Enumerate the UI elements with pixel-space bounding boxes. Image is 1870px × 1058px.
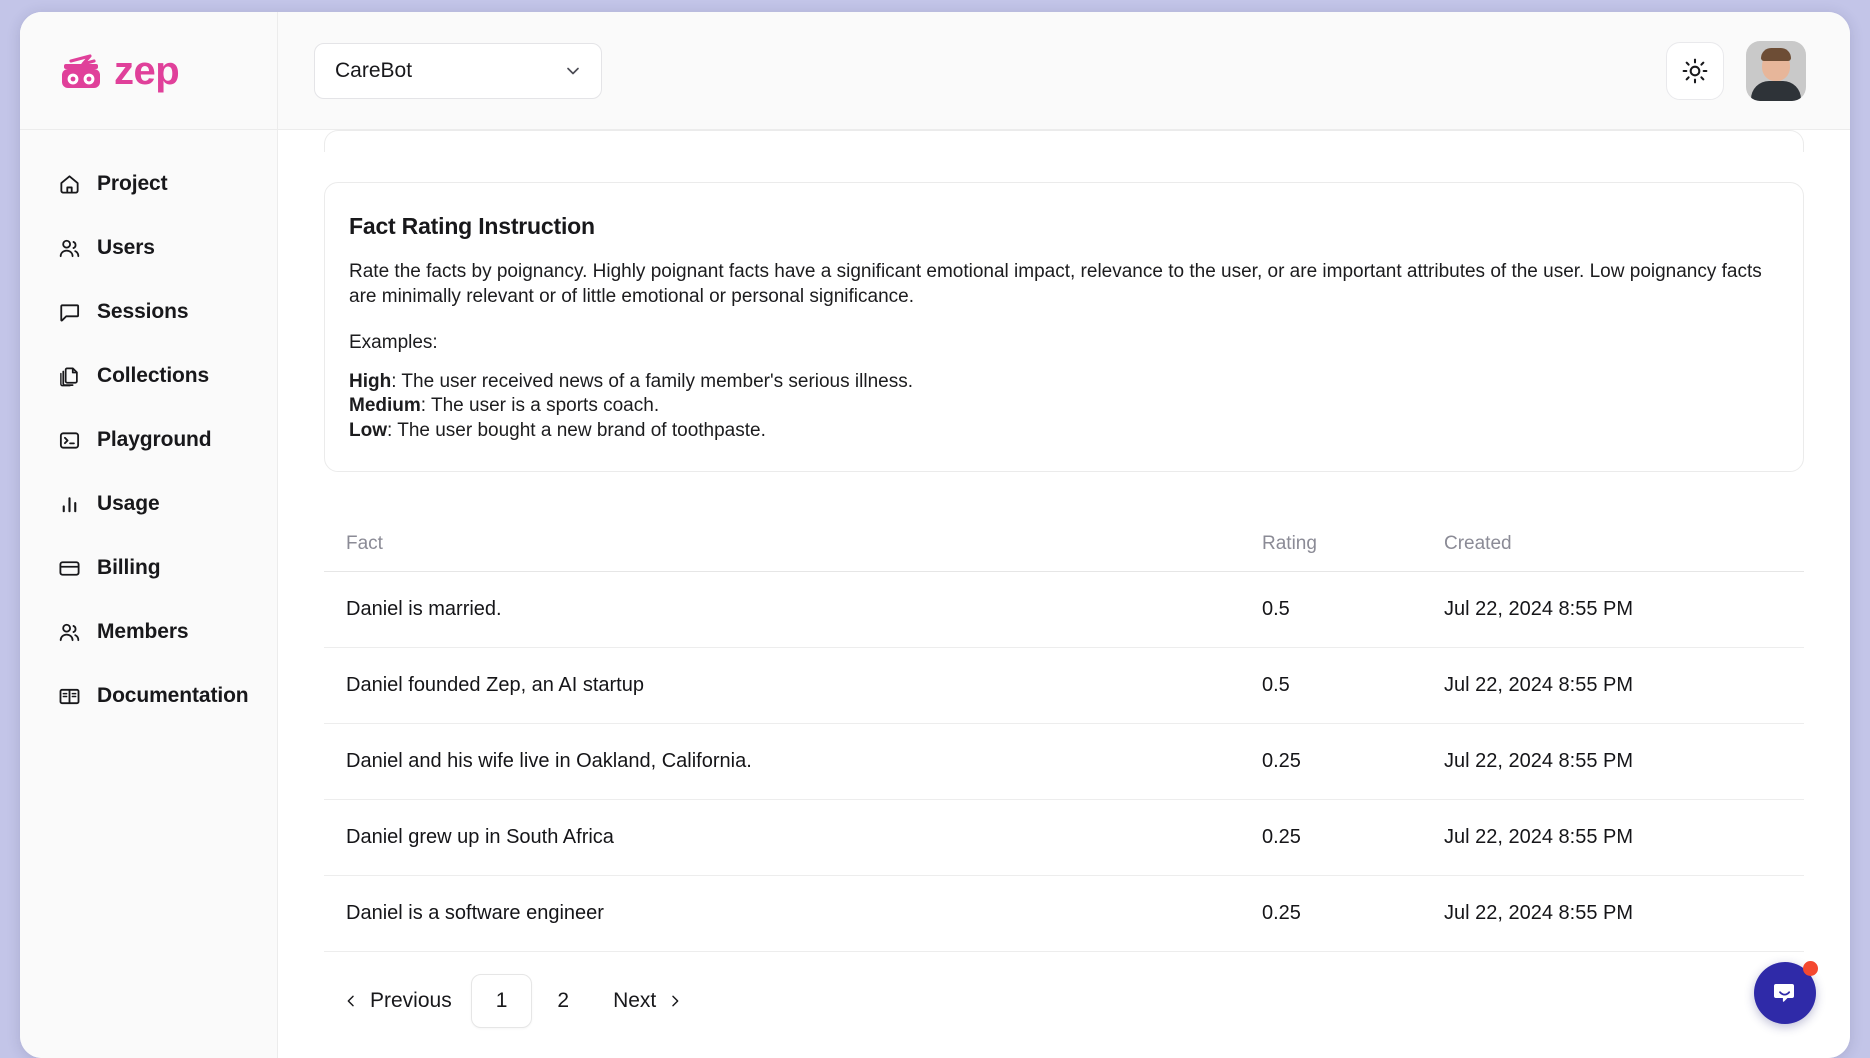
cell-created: Jul 22, 2024 8:55 PM bbox=[1444, 902, 1634, 925]
sidebar-item-label: Sessions bbox=[97, 300, 189, 323]
sidebar-item-label: Collections bbox=[97, 364, 210, 387]
example-text: : The user received news of a family mem… bbox=[391, 370, 913, 392]
chevron-right-icon bbox=[672, 995, 679, 1007]
examples-label: Examples: bbox=[349, 331, 438, 353]
terminal-icon bbox=[59, 431, 80, 449]
column-header-fact: Fact bbox=[346, 532, 383, 554]
intercom-chat-launcher[interactable] bbox=[1754, 961, 1818, 1024]
unread-badge-dot bbox=[1803, 961, 1818, 976]
table-header-row: Fact Rating Created bbox=[324, 516, 1804, 573]
sidebar-item-documentation[interactable]: Documentation bbox=[20, 664, 277, 728]
top-bar-main: CareBot bbox=[278, 12, 1850, 129]
sidebar-item-label: Playground bbox=[97, 428, 212, 451]
cell-created: Jul 22, 2024 8:55 PM bbox=[1444, 750, 1634, 773]
avatar-hair bbox=[1761, 48, 1791, 62]
sidebar-item-usage[interactable]: Usage bbox=[20, 472, 277, 536]
example-medium: Medium: The user is a sports coach. bbox=[349, 394, 1779, 419]
table-row[interactable]: Daniel is a software engineer 0.25 Jul 2… bbox=[324, 876, 1804, 953]
cell-rating: 0.25 bbox=[1262, 902, 1301, 925]
app-window: zep CareBot Project Users Sessions Colle… bbox=[20, 12, 1850, 1058]
top-bar-actions bbox=[1666, 40, 1806, 101]
brand-wordmark: zep bbox=[114, 48, 180, 93]
sidebar-item-label: Project bbox=[97, 172, 168, 195]
project-selector[interactable]: CareBot bbox=[314, 42, 602, 99]
sidebar: Project Users Sessions Collections Playg… bbox=[20, 130, 278, 1058]
sidebar-item-playground[interactable]: Playground bbox=[20, 408, 277, 472]
sidebar-item-billing[interactable]: Billing bbox=[20, 536, 277, 600]
pagination-page-2[interactable]: 2 bbox=[532, 974, 594, 1028]
sidebar-item-members[interactable]: Members bbox=[20, 600, 277, 664]
sun-icon bbox=[1682, 58, 1708, 83]
cell-fact: Daniel is a software engineer bbox=[346, 902, 604, 925]
facts-table: Fact Rating Created Daniel is married. 0… bbox=[324, 516, 1804, 953]
project-selector-value: CareBot bbox=[335, 58, 413, 82]
users-icon bbox=[59, 239, 80, 257]
pagination-next-label: Next bbox=[613, 989, 657, 1013]
pagination-page-label: 1 bbox=[495, 989, 508, 1013]
cell-fact: Daniel and his wife live in Oakland, Cal… bbox=[346, 750, 752, 773]
previous-card-partial bbox=[324, 130, 1804, 152]
fact-rating-instruction-paragraph: Rate the facts by poignancy. Highly poig… bbox=[349, 261, 1762, 308]
sidebar-item-users[interactable]: Users bbox=[20, 216, 277, 280]
book-open-icon bbox=[59, 688, 80, 704]
bar-chart-icon bbox=[62, 496, 77, 512]
cell-rating: 0.25 bbox=[1262, 750, 1301, 773]
sidebar-item-collections[interactable]: Collections bbox=[20, 344, 277, 408]
example-level-label: Low bbox=[349, 419, 387, 441]
credit-card-icon bbox=[59, 560, 80, 576]
cell-created: Jul 22, 2024 8:55 PM bbox=[1444, 674, 1634, 697]
pagination-previous-button[interactable]: Previous bbox=[324, 974, 471, 1028]
top-bar: zep CareBot bbox=[20, 12, 1850, 130]
users-icon bbox=[59, 623, 80, 641]
cell-rating: 0.5 bbox=[1262, 674, 1290, 697]
avatar-body bbox=[1751, 80, 1801, 101]
home-icon bbox=[60, 174, 79, 194]
cell-created: Jul 22, 2024 8:55 PM bbox=[1444, 826, 1634, 849]
chevron-left-icon bbox=[347, 995, 354, 1007]
theme-toggle-button[interactable] bbox=[1666, 41, 1724, 100]
message-square-icon bbox=[60, 303, 80, 321]
column-header-rating: Rating bbox=[1262, 532, 1317, 554]
sidebar-item-label: Usage bbox=[97, 492, 160, 515]
pagination-next-button[interactable]: Next bbox=[594, 974, 702, 1028]
copy-documents-icon bbox=[60, 366, 78, 386]
zep-logo[interactable]: zep bbox=[58, 48, 180, 93]
sidebar-item-label: Documentation bbox=[97, 684, 249, 707]
avatar[interactable] bbox=[1746, 40, 1806, 101]
table-row[interactable]: Daniel is married. 0.5 Jul 22, 2024 8:55… bbox=[324, 572, 1804, 649]
cell-rating: 0.5 bbox=[1262, 598, 1290, 621]
cell-fact: Daniel is married. bbox=[346, 598, 502, 621]
sidebar-item-project[interactable]: Project bbox=[20, 152, 277, 216]
sidebar-item-label: Users bbox=[97, 236, 155, 259]
zep-robot-logo-icon bbox=[62, 53, 100, 88]
cell-fact: Daniel founded Zep, an AI startup bbox=[346, 674, 644, 697]
example-low: Low: The user bought a new brand of toot… bbox=[349, 419, 1779, 444]
table-row[interactable]: Daniel and his wife live in Oakland, Cal… bbox=[324, 724, 1804, 801]
sidebar-item-label: Members bbox=[97, 620, 189, 643]
table-row[interactable]: Daniel founded Zep, an AI startup 0.5 Ju… bbox=[324, 648, 1804, 725]
example-level-label: High bbox=[349, 370, 392, 392]
brand-cell: zep bbox=[20, 12, 278, 129]
pagination-previous-label: Previous bbox=[370, 989, 452, 1013]
example-level-label: Medium bbox=[349, 395, 421, 417]
fact-rating-instruction-card: Fact Rating Instruction Rate the facts b… bbox=[324, 182, 1804, 473]
pagination-page-label: 2 bbox=[557, 989, 570, 1013]
pagination-page-1[interactable]: 1 bbox=[470, 974, 533, 1029]
example-high: High: The user received news of a family… bbox=[349, 370, 1779, 395]
cell-rating: 0.25 bbox=[1262, 826, 1301, 849]
sidebar-item-label: Billing bbox=[97, 556, 161, 579]
column-header-created: Created bbox=[1444, 532, 1512, 554]
example-text: : The user bought a new brand of toothpa… bbox=[387, 419, 766, 441]
cell-fact: Daniel grew up in South Africa bbox=[346, 826, 614, 849]
table-row[interactable]: Daniel grew up in South Africa 0.25 Jul … bbox=[324, 800, 1804, 877]
pagination: Previous 1 2 Next bbox=[324, 974, 1804, 1029]
cell-created: Jul 22, 2024 8:55 PM bbox=[1444, 598, 1634, 621]
sidebar-item-sessions[interactable]: Sessions bbox=[20, 280, 277, 344]
fact-rating-instruction-title: Fact Rating Instruction bbox=[349, 213, 595, 239]
example-text: : The user is a sports coach. bbox=[420, 395, 660, 417]
body: Project Users Sessions Collections Playg… bbox=[20, 130, 1850, 1058]
intercom-chat-icon bbox=[1774, 984, 1794, 1002]
main-content: Fact Rating Instruction Rate the facts b… bbox=[278, 130, 1850, 1058]
chevron-down-icon bbox=[567, 67, 579, 74]
